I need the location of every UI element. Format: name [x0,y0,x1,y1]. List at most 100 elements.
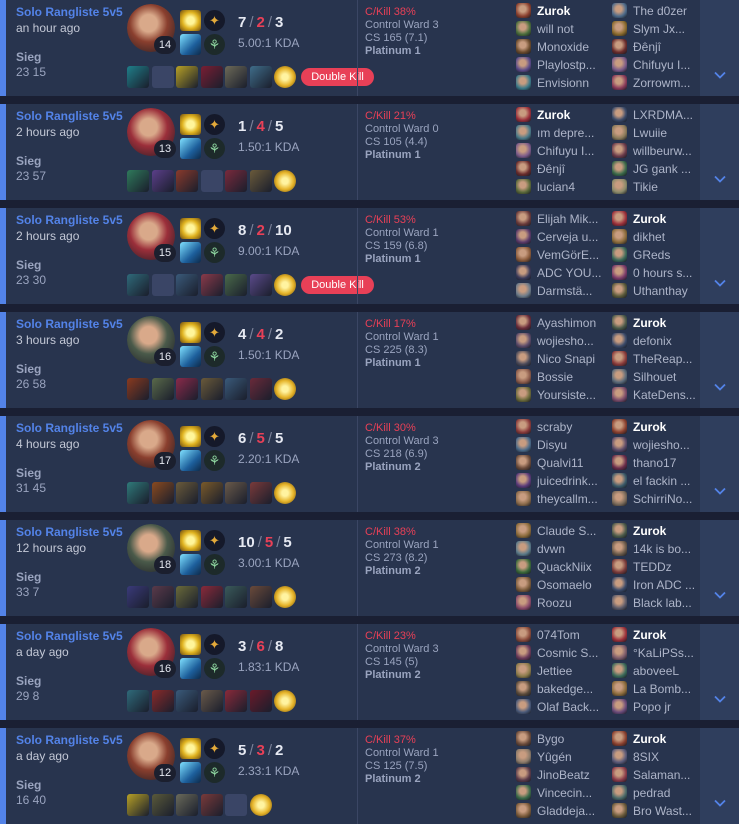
player-entry[interactable]: defonix [612,332,704,350]
trinket-ward-icon[interactable] [274,170,296,192]
player-entry[interactable]: Gladdeja... [516,802,608,820]
item-icon[interactable] [127,170,149,192]
player-entry[interactable]: ım depre... [516,124,608,142]
player-entry[interactable]: Zurok [612,418,704,436]
summoner-spell-flash[interactable] [180,530,201,551]
item-icon[interactable] [225,690,247,712]
item-icon[interactable] [127,66,149,88]
player-name[interactable]: Slym Jx... [633,20,708,38]
item-icon[interactable] [225,274,247,296]
item-icon[interactable] [176,482,198,504]
item-icon[interactable] [176,586,198,608]
player-name[interactable]: ADC YOU... [537,264,612,282]
player-name[interactable]: Uthanthay [633,282,708,300]
summoner-spell-flash[interactable] [180,634,201,655]
secondary-rune[interactable]: ⚘ [204,34,225,55]
player-name[interactable]: QuackNiix [537,558,612,576]
item-icon[interactable] [127,690,149,712]
summoner-spell-ghost[interactable] [180,34,201,55]
summoner-spell-flash[interactable] [180,218,201,239]
keystone-rune[interactable]: ✦ [204,114,225,135]
player-name[interactable]: Zorrowm... [633,74,708,92]
trinket-ward-icon[interactable] [274,274,296,296]
player-name[interactable]: La Bomb... [633,680,708,698]
item-icon[interactable] [176,274,198,296]
item-icon[interactable] [249,586,272,608]
player-entry[interactable]: JinoBeatz [516,766,608,784]
item-icon[interactable] [249,170,272,192]
player-entry[interactable]: Zorrowm... [612,74,704,92]
player-name[interactable]: Zurok [633,730,708,748]
player-entry[interactable]: JG gank ... [612,160,704,178]
player-entry[interactable]: Ayashimon [516,314,608,332]
player-entry[interactable]: Zurok [516,106,608,124]
player-name[interactable]: defonix [633,332,708,350]
player-entry[interactable]: SchirriNo... [612,490,704,508]
player-entry[interactable]: Black lab... [612,594,704,612]
trinket-ward-icon[interactable] [249,794,272,816]
secondary-rune[interactable]: ⚘ [204,138,225,159]
player-entry[interactable]: Bossie [516,368,608,386]
player-entry[interactable]: °KaLiPSs... [612,644,704,662]
player-entry[interactable]: Osomaelo [516,576,608,594]
secondary-rune[interactable]: ⚘ [204,554,225,575]
item-icon[interactable] [249,690,272,712]
player-name[interactable]: Chifuyu I... [633,56,708,74]
player-name[interactable]: Silhouet [633,368,708,386]
player-entry[interactable]: Lwuiie [612,124,704,142]
player-entry[interactable]: Bygo [516,730,608,748]
player-name[interactable]: GReds [633,246,708,264]
player-entry[interactable]: Slym Jx... [612,20,704,38]
player-entry[interactable]: VemGörE... [516,246,608,264]
player-entry[interactable]: Iron ADC ... [612,576,704,594]
item-icon[interactable] [249,482,272,504]
player-entry[interactable]: Chifuyu I... [612,56,704,74]
player-entry[interactable]: Zurok [612,314,704,332]
player-entry[interactable]: juicedrink... [516,472,608,490]
secondary-rune[interactable]: ⚘ [204,242,225,263]
player-entry[interactable]: wojiesho... [516,332,608,350]
item-icon[interactable] [127,378,149,400]
player-entry[interactable]: Salaman... [612,766,704,784]
item-icon[interactable] [127,586,149,608]
player-name[interactable]: SchirriNo... [633,490,708,508]
player-entry[interactable]: Đênjî [516,160,608,178]
player-name[interactable]: 14k is bo... [633,540,708,558]
player-name[interactable]: Disyu [537,436,612,454]
player-entry[interactable]: Vincecin... [516,784,608,802]
player-entry[interactable]: aboveeL [612,662,704,680]
trinket-ward-icon[interactable] [274,66,296,88]
item-icon[interactable] [127,482,149,504]
player-entry[interactable]: Zurok [612,626,704,644]
player-entry[interactable]: La Bomb... [612,680,704,698]
player-name[interactable]: VemGörE... [537,246,612,264]
trinket-ward-icon[interactable] [274,690,296,712]
summoner-spell-flash[interactable] [180,738,201,759]
item-icon[interactable] [151,482,174,504]
keystone-rune[interactable]: ✦ [204,218,225,239]
player-entry[interactable]: Uthanthay [612,282,704,300]
player-entry[interactable]: Claude S... [516,522,608,540]
player-name[interactable]: Roozu [537,594,612,612]
player-entry[interactable]: Cosmic S... [516,644,608,662]
player-name[interactable]: Chifuyu I... [537,142,612,160]
item-icon[interactable] [151,378,174,400]
item-slot-empty[interactable] [200,170,223,192]
keystone-rune[interactable]: ✦ [204,530,225,551]
item-icon[interactable] [225,378,247,400]
player-entry[interactable]: KateDens... [612,386,704,404]
expand-match-button[interactable] [700,208,739,304]
player-entry[interactable]: Zurok [612,522,704,540]
summoner-spell-flash[interactable] [180,10,201,31]
player-entry[interactable]: Roozu [516,594,608,612]
item-slot-empty[interactable] [151,66,174,88]
player-entry[interactable]: Popo jr [612,698,704,716]
player-name[interactable]: Tikie [633,178,708,196]
item-icon[interactable] [200,586,223,608]
player-name[interactable]: ım depre... [537,124,612,142]
player-entry[interactable]: scraby [516,418,608,436]
player-name[interactable]: Đênjî [633,38,708,56]
item-icon[interactable] [249,378,272,400]
player-name[interactable]: LXRDMA... [633,106,708,124]
item-icon[interactable] [249,274,272,296]
